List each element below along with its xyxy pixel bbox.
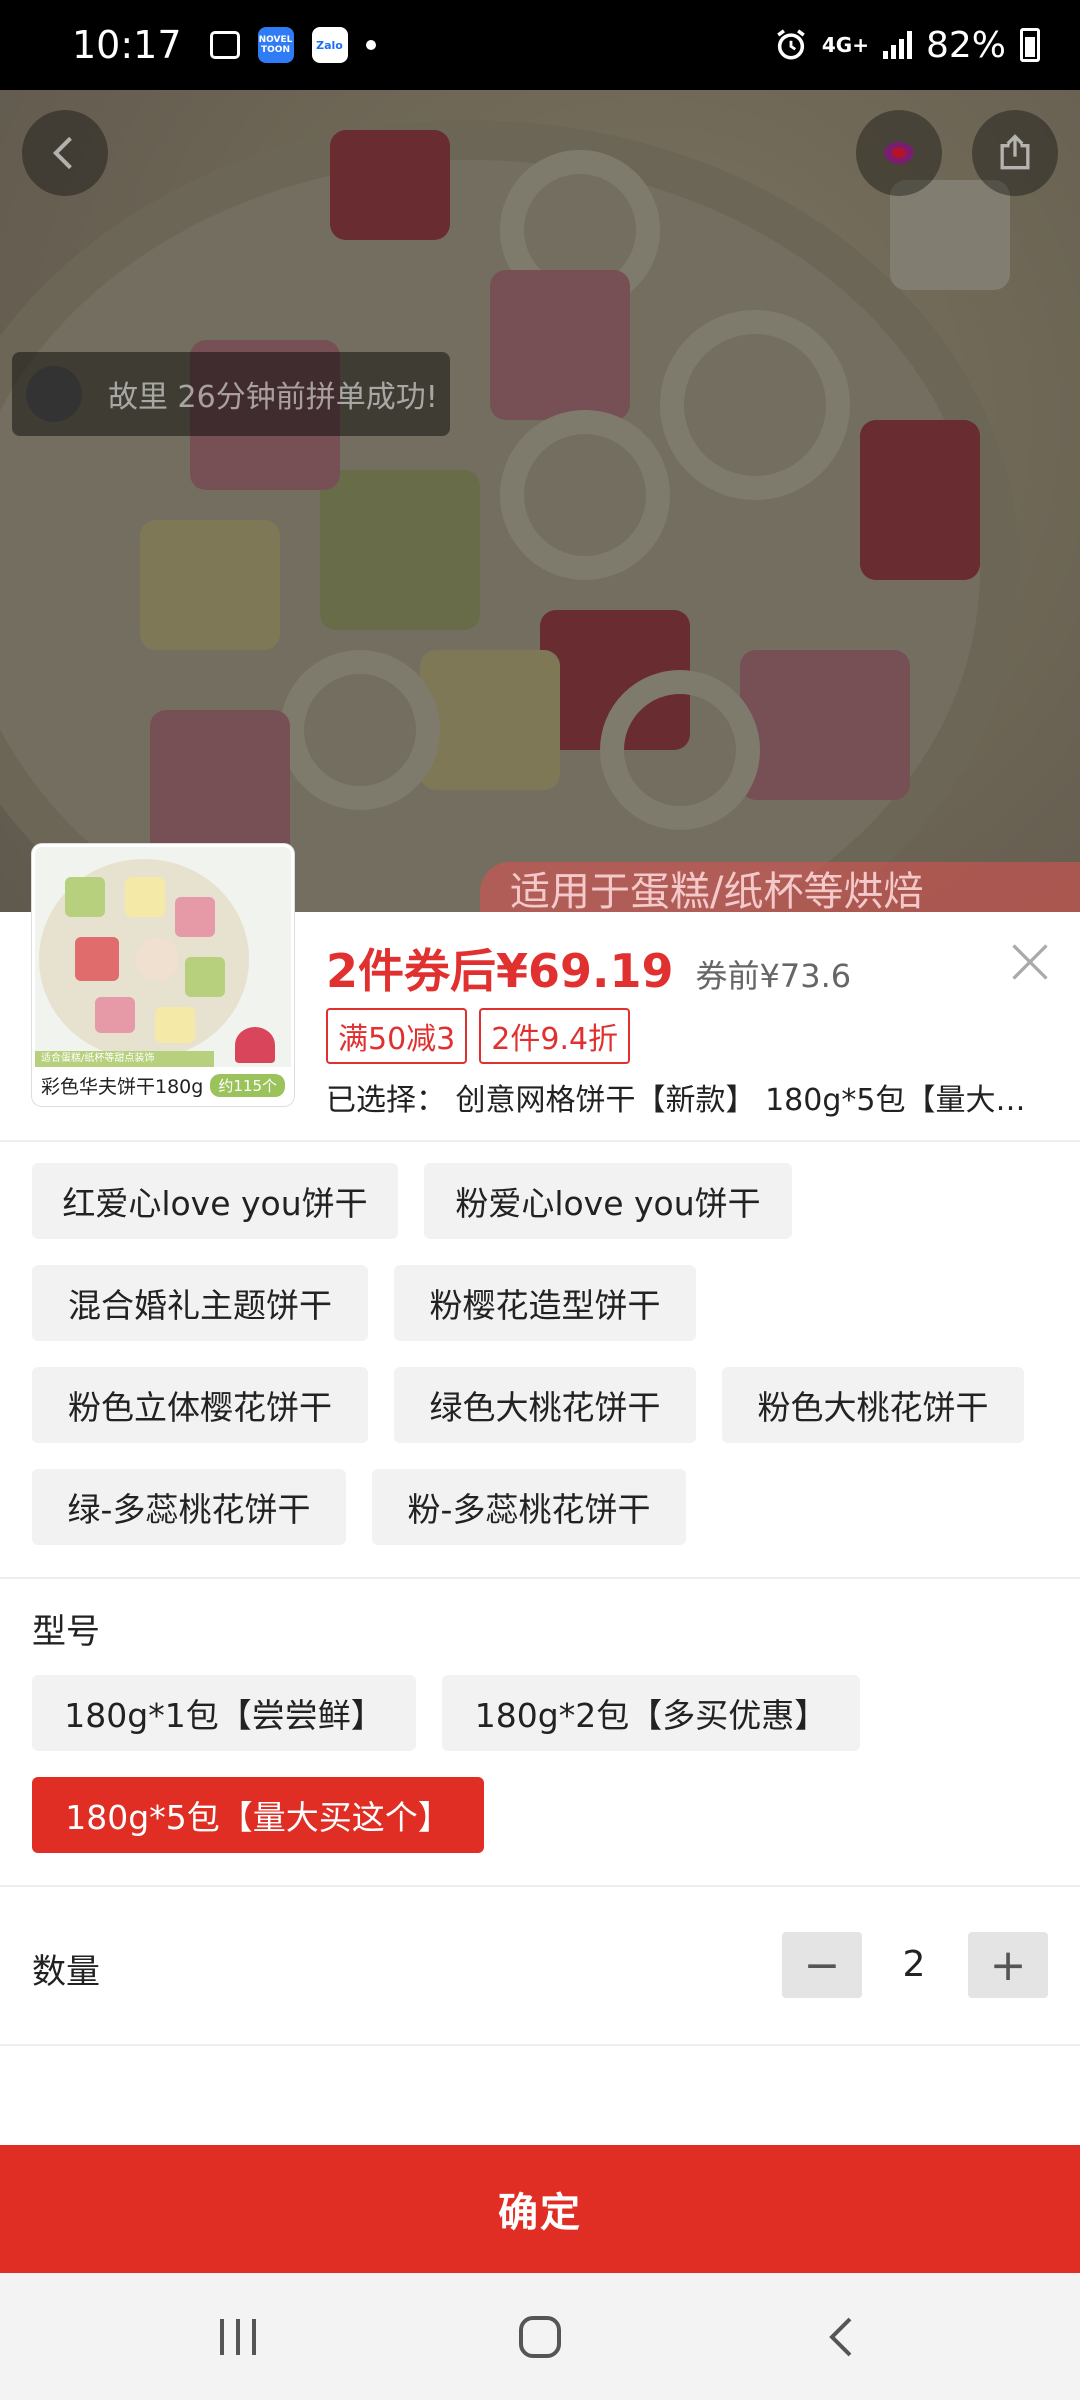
selected-summary: 已选择： 创意网格饼干【新款】 180g*5包【量大买这个】 [326,1083,1046,1118]
increase-button[interactable]: + [968,1932,1048,1998]
flavor-option[interactable]: 粉-多蕊桃花饼干 [372,1469,686,1545]
cookie-shape [185,957,225,997]
close-icon[interactable] [1008,940,1052,984]
network-label: 4G+ [821,33,869,57]
back-nav-icon[interactable] [824,2315,860,2359]
home-icon[interactable] [518,2315,562,2359]
cookie-shape [75,937,119,981]
model-option[interactable]: 180g*1包【尝尝鲜】 [32,1675,416,1751]
avatar-button[interactable] [856,110,942,196]
divider [0,1140,1080,1142]
promo-tag: 满50减3 [326,1008,468,1064]
toast-text: 故里 26分钟前拼单成功! [108,380,438,415]
image-icon [209,31,240,59]
quantity-value[interactable]: 2 [864,1944,964,1985]
cookie-shape [125,877,165,917]
modal-overlay[interactable] [0,90,1080,912]
battery-percent: 82% [925,24,1006,66]
coupon-price: 2件券后¥69.19 [326,944,674,998]
avatar-icon [884,142,914,164]
alarm-icon [777,29,805,60]
divider [0,1885,1080,1887]
thumb-badge: 约115个 [210,1073,285,1097]
cookie-shape [155,1007,195,1043]
model-option[interactable]: 180g*2包【多买优惠】 [442,1675,860,1751]
cookie-shape [65,877,105,917]
flavor-option[interactable]: 混合婚礼主题饼干 [32,1265,368,1341]
back-button[interactable] [22,110,108,196]
clock: 10:17 [72,23,182,67]
flavor-option[interactable]: 绿色大桃花饼干 [394,1367,696,1443]
cookie-shape [175,897,215,937]
flavor-option[interactable]: 粉樱花造型饼干 [394,1265,696,1341]
decrease-button[interactable]: − [782,1932,862,1998]
image-banner-text: 适用于蛋糕/纸杯等烘焙 [480,862,1080,912]
dot-icon [365,40,376,50]
notification-icons: NOVEL TOON Zalo [209,27,376,63]
quantity-title: 数量 [32,1952,100,1992]
flavor-option[interactable]: 粉色大桃花饼干 [722,1367,1024,1443]
group-buy-toast: 故里 26分钟前拼单成功! [12,352,450,436]
promo-tag: 2件9.4折 [479,1008,631,1064]
share-button[interactable] [972,110,1058,196]
price-row: 2件券后¥69.19 券前¥73.6 [326,935,851,1001]
original-price: 券前¥73.6 [695,957,852,995]
cookie-shape [95,997,135,1033]
flavor-option[interactable]: 绿-多蕊桃花饼干 [32,1469,346,1545]
divider [0,1577,1080,1579]
product-thumbnail[interactable]: 适合蛋糕/纸杯等甜点装饰 彩色华夫饼干180g 约115个 [32,844,294,1106]
thumb-strip: 适合蛋糕/纸杯等甜点装饰 [35,1051,215,1067]
back-icon [52,136,72,170]
promo-tags: 满50减3 2件9.4折 [326,1008,631,1064]
cookie-shape [135,937,179,981]
system-nav-bar [0,2273,1080,2400]
avatar [26,366,82,422]
battery-icon [1020,28,1040,62]
thumb-caption-text: 彩色华夫饼干180g [41,1075,204,1098]
status-bar: 10:17 NOVEL TOON Zalo 4G+ 82% [0,0,1080,90]
recent-apps-icon[interactable] [216,2317,260,2357]
zalo-icon: Zalo [311,27,348,63]
thumb-caption: 彩色华夫饼干180g 约115个 [35,1067,291,1103]
flavor-option[interactable]: 粉色立体樱花饼干 [32,1367,368,1443]
novel-toon-icon: NOVEL TOON [257,27,294,63]
status-right: 4G+ 82% [774,25,1040,66]
flavor-option[interactable]: 红爱心love you饼干 [32,1163,398,1239]
signal-icon [882,31,912,59]
flavor-option[interactable]: 粉爱心love you饼干 [424,1163,792,1239]
heart-shape [235,1027,275,1063]
share-icon [1000,134,1030,170]
confirm-button[interactable]: 确定 [0,2145,1080,2273]
product-hero-image[interactable]: 适用于蛋糕/纸杯等烘焙 故里 26分钟前拼单成功! [0,90,1080,912]
model-option-selected[interactable]: 180g*5包【量大买这个】 [32,1777,484,1853]
model-title: 型号 [32,1612,100,1652]
divider [0,2044,1080,2046]
